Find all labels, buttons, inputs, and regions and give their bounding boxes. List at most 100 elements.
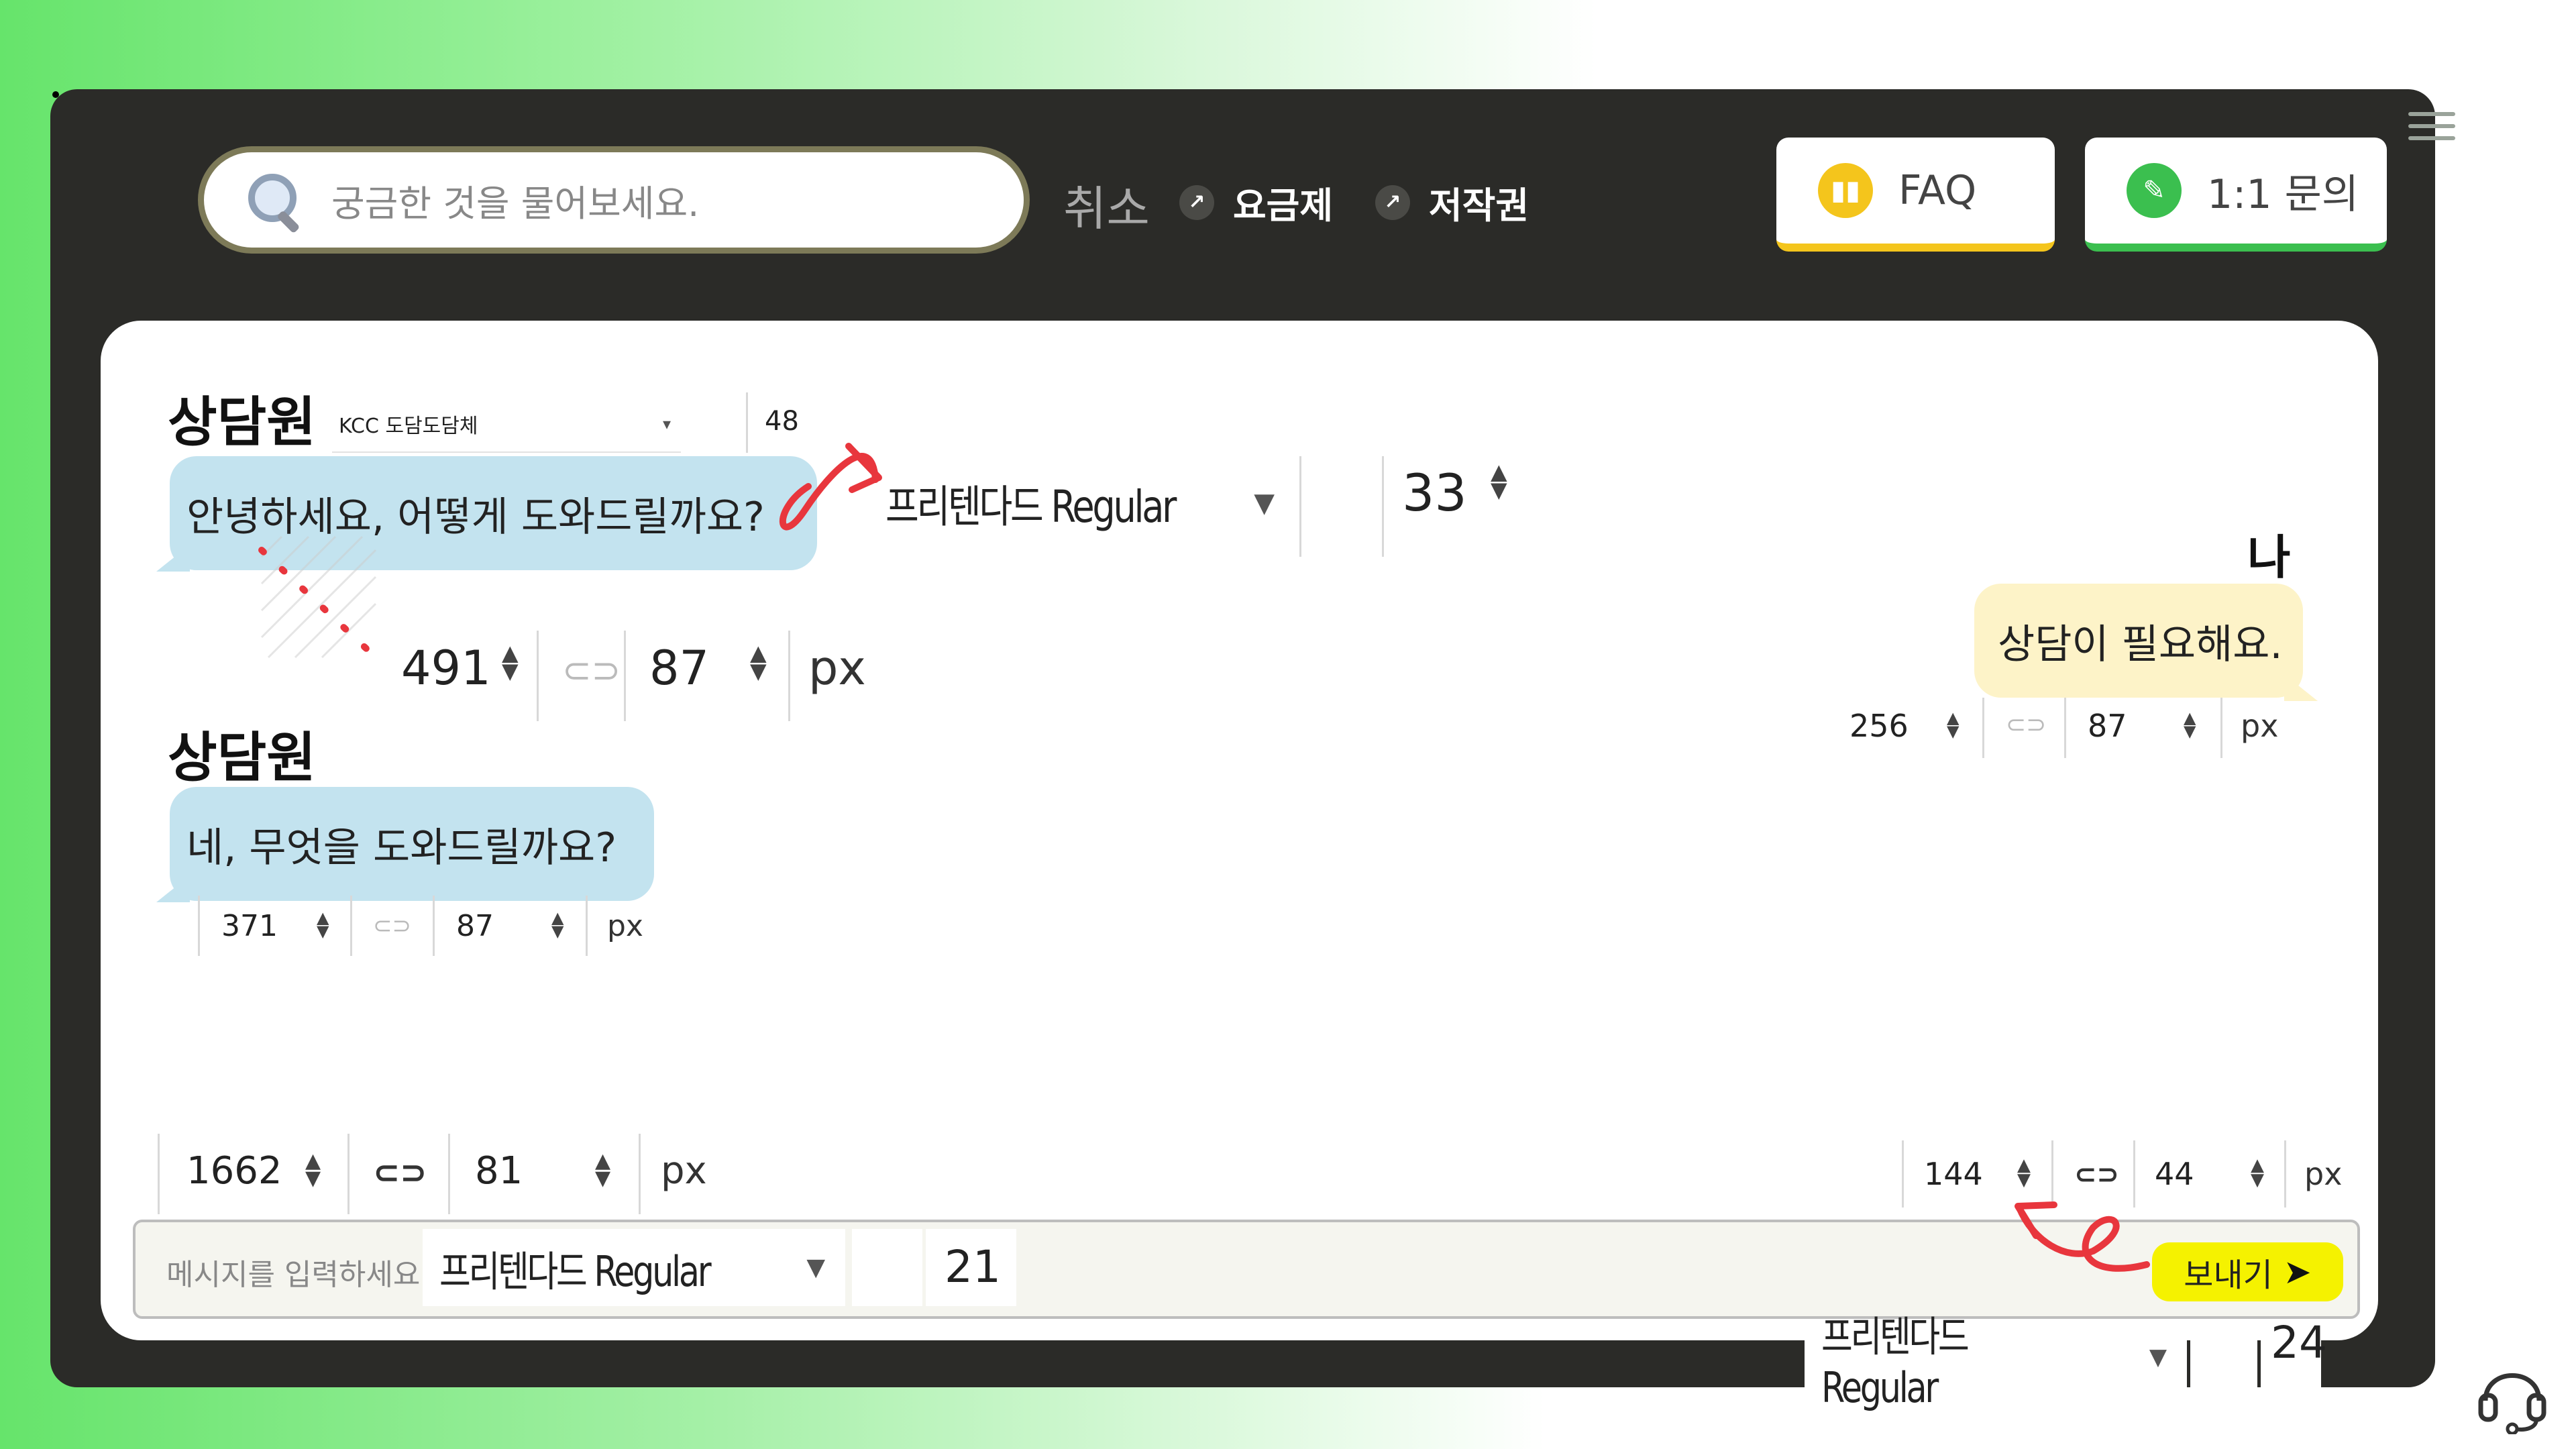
stepper-icon[interactable]: ▲ ▼	[2184, 710, 2196, 739]
input-font-value: 프리텐다드 Regular	[439, 1246, 712, 1296]
unit-label: px	[2241, 708, 2279, 744]
bubble-height-value[interactable]: 87	[456, 909, 494, 943]
search-icon	[244, 170, 305, 234]
search-box[interactable]: 궁금한 것을 물어보세요.	[198, 146, 1030, 254]
counselor-bubble: 네, 무엇을 도와드릴까요?	[170, 787, 654, 901]
link-icon[interactable]: ⊂⊃	[562, 651, 621, 691]
unit-label: px	[607, 909, 643, 943]
arrow-up-right-icon: ↗	[1375, 184, 1410, 220]
send-font-size-box[interactable]: 24	[2261, 1317, 2327, 1394]
message-input[interactable]: 메시지를 입력하세요	[166, 1250, 420, 1293]
stepper-icon[interactable]: ▲ ▼	[2017, 1157, 2031, 1189]
input-font-select[interactable]: 프리텐다드 Regular ▼	[423, 1229, 845, 1306]
faq-button[interactable]: ▮▮ FAQ	[1776, 138, 2055, 252]
me-bubble: 상담이 필요해요.	[1974, 584, 2303, 698]
input-font-size[interactable]: 21	[945, 1241, 1001, 1293]
me-label: 나	[2247, 530, 2291, 585]
message-text: 네, 무엇을 도와드릴까요?	[186, 824, 617, 871]
counselor-label: 상담원	[168, 391, 316, 453]
counselor-label: 상담원	[168, 727, 316, 789]
bubble-tail	[156, 545, 190, 572]
input-font-spacer	[852, 1229, 922, 1306]
divider	[2064, 698, 2066, 758]
stepper-icon[interactable]: ▲ ▼	[750, 642, 767, 682]
unit-label: px	[2304, 1156, 2343, 1192]
link-icon[interactable]: ⊂⊃	[2006, 711, 2046, 739]
arrow-up-right-icon: ↗	[1179, 184, 1214, 220]
stepper-icon[interactable]: ▲ ▼	[502, 642, 519, 682]
send-label: 보내기	[2184, 1256, 2273, 1294]
frame-corner-dot	[52, 91, 59, 98]
message-text: 안녕하세요, 어떻게 도와드릴까요?	[186, 493, 765, 541]
chevron-down-icon: ▾	[662, 414, 671, 433]
divider	[198, 896, 200, 956]
copyright-link-label: 저작권	[1429, 184, 1529, 227]
divider	[2284, 1140, 2286, 1208]
bubble-height-value[interactable]: 87	[649, 641, 709, 696]
send-width-value[interactable]: 144	[1924, 1156, 1983, 1192]
bubble-tail	[2284, 674, 2318, 701]
divider	[1382, 456, 1384, 557]
chat-area-width-value[interactable]: 1662	[186, 1149, 282, 1193]
divider	[2220, 698, 2222, 758]
divider	[2051, 1140, 2053, 1208]
send-font-value: 프리텐다드 Regular	[1821, 1311, 1970, 1412]
link-icon[interactable]: ⊂⊃	[2074, 1159, 2119, 1190]
bubble-font-size[interactable]: 33	[1402, 463, 1467, 523]
pricing-link[interactable]: ↗ 요금제	[1179, 176, 1333, 229]
divider	[158, 1134, 160, 1214]
me-bubble-width-value[interactable]: 256	[1849, 708, 1909, 744]
link-icon[interactable]: ⊂⊃	[373, 912, 411, 939]
bubble-font-select[interactable]: 프리텐다드 Regular ▼	[885, 463, 1288, 543]
divider	[624, 631, 626, 721]
message-text: 상담이 필요해요.	[1998, 621, 2283, 668]
label-font-size[interactable]: 48	[765, 406, 799, 437]
headset-icon[interactable]	[2475, 1354, 2549, 1434]
label-font-value: KCC 도담도담체	[339, 414, 478, 438]
chat-area-height-value[interactable]: 81	[475, 1149, 523, 1193]
stepper-icon[interactable]: ▲ ▼	[1491, 461, 1507, 500]
cancel-link[interactable]: 취소	[1063, 171, 1150, 239]
chevron-down-icon: ▼	[1254, 488, 1275, 519]
unit-label: px	[808, 641, 866, 696]
send-font-size[interactable]: 24	[2271, 1317, 2327, 1368]
bubble-width-value[interactable]: 371	[221, 909, 278, 943]
divider	[350, 896, 352, 956]
stepper-icon[interactable]: ▲ ▼	[317, 910, 329, 939]
pencil-icon: ✎	[2127, 163, 2182, 218]
send-button[interactable]: 보내기 ➤	[2152, 1242, 2343, 1301]
label-font-select[interactable]: KCC 도담도담체 ▾	[332, 396, 681, 453]
divider	[1299, 456, 1301, 557]
send-font-select[interactable]: 프리텐다드 Regular ▼	[1805, 1312, 2187, 1412]
divider	[347, 1134, 350, 1214]
paper-plane-icon: ➤	[2283, 1252, 2312, 1291]
copyright-link[interactable]: ↗ 저작권	[1375, 176, 1529, 229]
search-input[interactable]: 궁금한 것을 물어보세요.	[331, 174, 699, 227]
inquiry-label: 1:1 문의	[2207, 170, 2359, 218]
divider	[746, 392, 748, 453]
counselor-bubble: 안녕하세요, 어떻게 도와드릴까요?	[170, 456, 817, 570]
chevron-down-icon: ▼	[806, 1254, 825, 1281]
bubble-width-value[interactable]: 491	[401, 641, 491, 696]
link-icon[interactable]: ⊂⊃	[373, 1154, 427, 1191]
divider	[1982, 698, 1984, 758]
send-height-value[interactable]: 44	[2155, 1156, 2194, 1192]
divider	[448, 1134, 450, 1214]
pricing-link-label: 요금제	[1233, 184, 1334, 227]
divider	[537, 631, 539, 721]
divider	[2133, 1140, 2135, 1208]
unit-label: px	[661, 1149, 707, 1193]
divider	[639, 1134, 641, 1214]
stepper-icon[interactable]: ▲ ▼	[595, 1151, 610, 1189]
stepper-icon[interactable]: ▲ ▼	[551, 910, 564, 939]
stepper-icon[interactable]: ▲ ▼	[1947, 710, 1959, 739]
book-icon: ▮▮	[1818, 163, 1873, 218]
send-font-spacer	[2190, 1320, 2257, 1394]
stepper-icon[interactable]: ▲ ▼	[305, 1151, 321, 1189]
stepper-icon[interactable]: ▲ ▼	[2251, 1157, 2264, 1189]
input-font-size-box[interactable]: 21	[926, 1229, 1016, 1306]
hamburger-icon[interactable]	[2408, 104, 2455, 151]
divider	[788, 631, 790, 721]
inquiry-button[interactable]: ✎ 1:1 문의	[2085, 138, 2387, 252]
me-bubble-height-value[interactable]: 87	[2088, 708, 2127, 744]
